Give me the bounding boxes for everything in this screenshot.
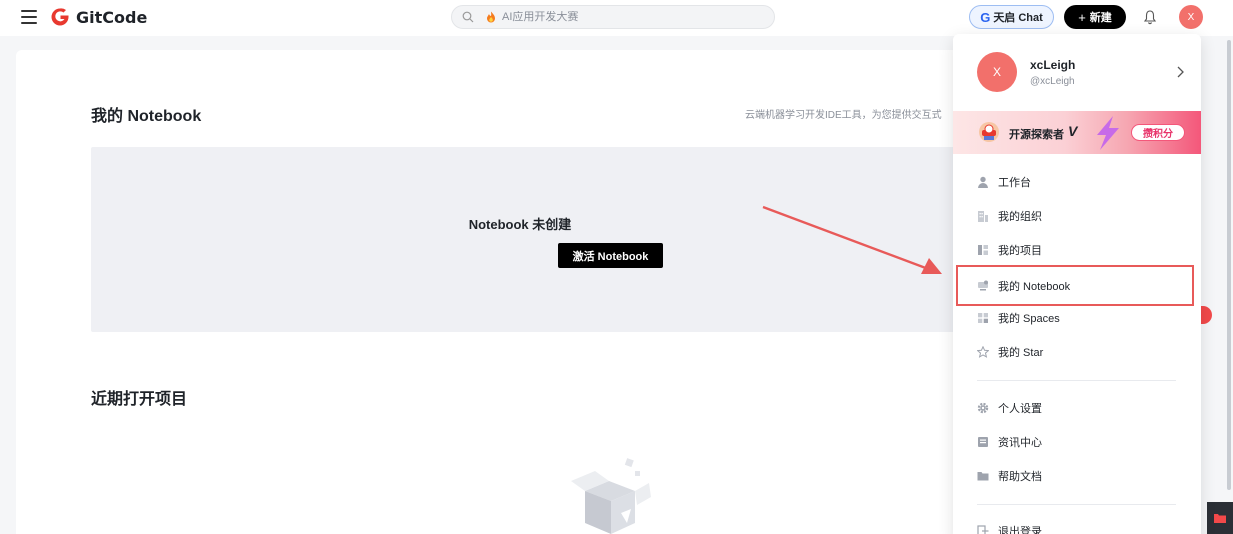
menu-item-label: 资讯中心 [998, 437, 1042, 449]
menu-item-organizations[interactable]: 我的组织 [953, 203, 1201, 229]
menu-item-help[interactable]: 帮助文档 [953, 463, 1201, 489]
scrollbar-thumb[interactable] [1227, 40, 1231, 490]
menu-item-settings[interactable]: 个人设置 [953, 395, 1201, 421]
menu-item-news[interactable]: 资讯中心 [953, 429, 1201, 455]
gitcode-logo[interactable]: GitCode [50, 7, 147, 27]
search-bar[interactable] [451, 5, 775, 29]
menu-divider [977, 380, 1176, 381]
menu-item-spaces[interactable]: 我的 Spaces [953, 305, 1201, 331]
news-icon [978, 437, 988, 447]
menu-item-logout[interactable]: 退出登录 [953, 518, 1201, 534]
lightning-icon [1097, 116, 1119, 150]
explorer-badge-icon [979, 122, 999, 142]
profile-summary[interactable]: X xcLeigh @xcLeigh [977, 52, 1187, 94]
search-icon [462, 11, 474, 23]
menu-item-label: 我的组织 [998, 211, 1042, 223]
earn-points-label: 攒积分 [1143, 129, 1173, 140]
menu-item-star[interactable]: 我的 Star [953, 339, 1201, 365]
logout-icon [977, 525, 989, 534]
new-label: 新建 [1089, 12, 1112, 24]
menu-item-label: 工作台 [998, 177, 1031, 189]
notebook-description: 云端机器学习开发IDE工具，为您提供交互式 [745, 110, 942, 121]
floating-folder-button[interactable] [1207, 502, 1233, 534]
menu-divider [977, 504, 1176, 505]
logo-text: GitCode [76, 7, 148, 27]
notebook-icon [978, 280, 988, 290]
empty-box-icon [571, 458, 651, 534]
bell-icon[interactable] [1143, 9, 1157, 25]
gitcode-logo-icon [51, 8, 69, 26]
page-title: 我的 Notebook [91, 108, 202, 125]
recent-projects-title: 近期打开项目 [91, 391, 188, 408]
menu-item-label: 我的 Spaces [998, 313, 1060, 325]
tianqi-logo-icon: G [980, 9, 991, 25]
activate-notebook-button[interactable]: 激活 Notebook [558, 243, 663, 268]
menu-item-workbench[interactable]: 工作台 [953, 169, 1201, 195]
earn-points-button[interactable]: 攒积分 [1131, 124, 1185, 141]
search-input[interactable] [502, 11, 742, 23]
menu-icon[interactable] [21, 10, 37, 24]
menu-item-label: 个人设置 [998, 403, 1042, 415]
explorer-title: 开源探索者 [1009, 129, 1064, 141]
menu-item-label: 我的 Star [998, 347, 1044, 359]
profile-avatar: X [977, 52, 1017, 92]
menu-item-label: 我的 Notebook [998, 280, 1071, 293]
folder-icon [1214, 514, 1226, 523]
menu-item-label: 我的项目 [998, 245, 1042, 257]
profile-handle: @xcLeigh [1030, 76, 1075, 87]
menu-item-notebook[interactable]: 我的 Notebook [956, 265, 1194, 306]
menu-item-label: 退出登录 [998, 526, 1042, 534]
tianqi-chat-button[interactable]: G 天启 Chat [969, 5, 1054, 29]
explorer-level-badge: V [1068, 123, 1078, 139]
top-header: GitCode G 天启 Chat + 新建 X [0, 0, 1233, 36]
side-tab[interactable] [1200, 306, 1212, 324]
user-avatar[interactable]: X [1179, 5, 1203, 29]
menu-item-label: 帮助文档 [998, 471, 1042, 483]
plus-icon: + [1078, 9, 1086, 25]
annotation-arrow [762, 205, 942, 274]
star-icon [977, 346, 989, 358]
new-button[interactable]: + 新建 [1064, 5, 1126, 29]
menu-item-projects[interactable]: 我的项目 [953, 237, 1201, 263]
user-icon [978, 176, 988, 188]
grid-icon [978, 313, 988, 323]
chevron-right-icon [1177, 66, 1184, 78]
explorer-banner[interactable]: 开源探索者 V 攒积分 [953, 111, 1201, 154]
folder-icon [977, 472, 989, 481]
building-icon [978, 211, 988, 222]
project-icon [978, 245, 988, 255]
tianqi-chat-label: 天启 Chat [993, 12, 1043, 24]
fire-icon [487, 11, 495, 23]
profile-name: xcLeigh [1030, 58, 1076, 72]
gear-icon [977, 402, 989, 414]
